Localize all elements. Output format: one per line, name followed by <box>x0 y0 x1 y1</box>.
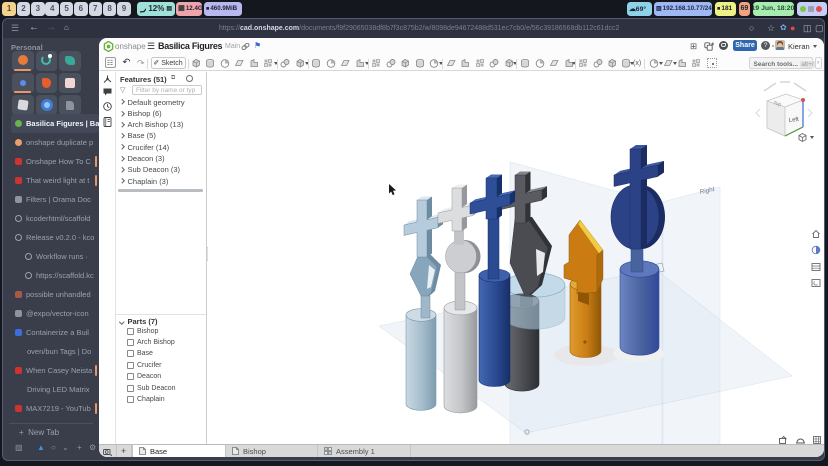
svg-text:Left: Left <box>788 116 799 123</box>
